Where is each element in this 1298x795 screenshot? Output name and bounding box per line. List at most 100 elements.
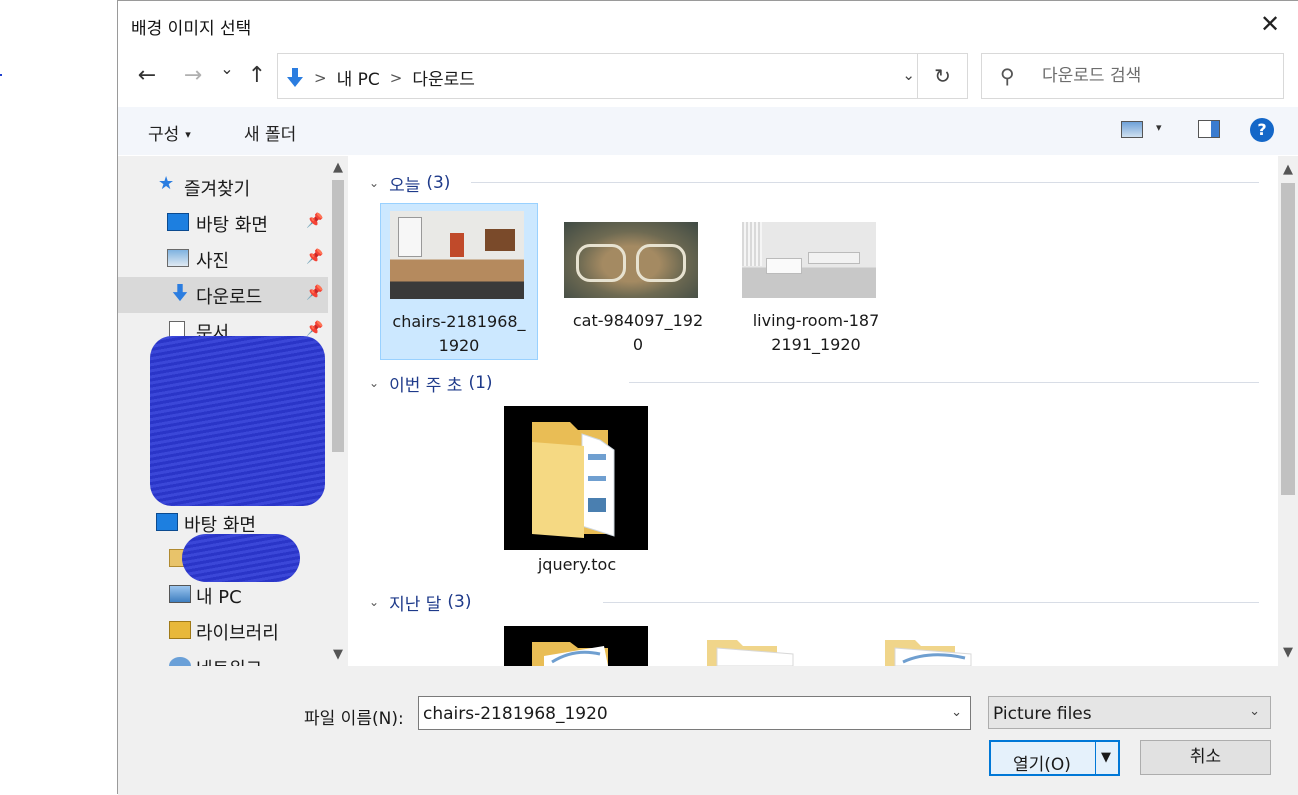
back-arrow-icon[interactable]: ←: [132, 63, 162, 88]
sidebar-item-pictures[interactable]: 사진 📌: [118, 241, 328, 277]
group-count: (1): [468, 373, 493, 393]
pin-icon[interactable]: 📌: [306, 213, 323, 229]
file-list-scrollbar[interactable]: ▲ ▼: [1278, 156, 1298, 666]
sidebar-item-label: 내 PC: [196, 587, 242, 608]
group-count: (3): [426, 173, 451, 193]
redaction-scribble: [150, 336, 325, 506]
sidebar-item-label: 사진: [196, 251, 230, 272]
computer-icon: [169, 585, 191, 603]
image-thumbnail: [742, 222, 876, 298]
split-button-divider: [1095, 742, 1096, 774]
preview-pane-icon[interactable]: [1198, 120, 1220, 138]
scroll-down-arrow-icon[interactable]: ▼: [328, 647, 348, 662]
desktop-icon: [167, 213, 189, 231]
pictures-icon: [167, 249, 189, 267]
image-thumbnail: [390, 211, 524, 299]
network-icon: [169, 657, 191, 666]
group-name: 이번 주 초: [389, 375, 463, 396]
pin-icon[interactable]: 📌: [306, 321, 323, 337]
refresh-icon[interactable]: ↻: [917, 54, 967, 98]
file-list-pane: ⌄ 오늘 (3) chairs-2181968_ 1920 cat-984097…: [349, 156, 1277, 666]
filename-input[interactable]: chairs-2181968_1920 ⌄: [418, 696, 971, 730]
organize-label: 구성: [148, 125, 180, 145]
filename-value[interactable]: chairs-2181968_1920: [423, 704, 608, 724]
file-tile-chairs[interactable]: chairs-2181968_ 1920: [380, 203, 538, 360]
group-name: 오늘: [389, 175, 421, 196]
file-name-line2: 0: [632, 335, 644, 354]
sidebar-item-network[interactable]: 네트워크: [118, 649, 328, 666]
breadcrumb-separator: >: [314, 68, 327, 87]
group-divider: [603, 602, 1259, 603]
breadcrumb-separator: >: [389, 68, 403, 87]
sidebar-item-label: 라이브러리: [196, 623, 279, 644]
group-divider: [471, 182, 1259, 183]
change-view-icon[interactable]: [1121, 121, 1143, 138]
folder-thumbnail-icon[interactable]: [504, 626, 648, 666]
chevron-down-icon: ⌄: [369, 176, 380, 190]
file-name-line1: living-room-187: [752, 311, 880, 330]
search-input[interactable]: [1042, 66, 1272, 86]
redaction-scribble: [182, 534, 300, 582]
group-header-last-month[interactable]: ⌄ 지난 달 (3): [369, 590, 472, 615]
pin-icon[interactable]: 📌: [306, 249, 323, 265]
navigation-pane: ★ 즐겨찾기 바탕 화면 📌 사진 📌 다운로드 📌 문서 📌 바탕 화면 내 …: [118, 156, 348, 666]
folder-icon[interactable]: [885, 640, 981, 666]
cancel-button[interactable]: 취소: [1140, 740, 1271, 775]
navigation-row: ← → ⌄ ↑ > 내 PC > 다운로드 ⌄ ↻ ⚲: [118, 51, 1298, 103]
scroll-down-arrow-icon[interactable]: ▼: [1278, 645, 1298, 660]
help-icon[interactable]: ?: [1250, 118, 1274, 142]
search-icon: ⚲: [1000, 64, 1015, 88]
command-toolbar: 구성 ▾ 새 폴더 ▾ ?: [118, 107, 1298, 155]
open-options-dropdown-icon[interactable]: ▼: [1101, 750, 1111, 765]
sidebar-item-libraries[interactable]: 라이브러리: [118, 613, 328, 649]
file-tile-living-room[interactable]: living-room-187 2191_1920: [737, 203, 895, 360]
group-divider: [629, 382, 1259, 383]
download-arrow-icon: [172, 284, 188, 302]
file-name-line2: 1920: [438, 336, 480, 355]
folder-thumbnail-icon: [504, 406, 648, 550]
group-name: 지난 달: [389, 594, 442, 615]
open-button[interactable]: 열기(O) ▼: [989, 740, 1120, 776]
background-dot: [0, 74, 2, 76]
new-folder-button[interactable]: 새 폴더: [244, 120, 296, 145]
file-tile-jquery-toc[interactable]: jquery.toc: [498, 405, 656, 575]
file-name-line1: chairs-2181968_: [392, 312, 526, 331]
organize-menu-button[interactable]: 구성 ▾: [148, 120, 191, 145]
sidebar-item-label: 바탕 화면: [196, 215, 268, 236]
sidebar-item-this-pc[interactable]: 내 PC: [118, 577, 328, 613]
chevron-down-icon: ⌄: [1249, 704, 1260, 719]
sidebar-item-label: 즐겨찾기: [184, 179, 251, 200]
group-header-today[interactable]: ⌄ 오늘 (3): [369, 171, 451, 196]
search-box[interactable]: ⚲: [981, 53, 1284, 99]
filename-history-dropdown-icon[interactable]: ⌄: [951, 705, 962, 720]
sidebar-scrollbar[interactable]: ▲ ▼: [328, 156, 348, 666]
filetype-select[interactable]: Picture files ⌄: [988, 696, 1271, 729]
close-button[interactable]: ✕: [1252, 9, 1288, 41]
group-header-earlier-this-week[interactable]: ⌄ 이번 주 초 (1): [369, 371, 493, 396]
view-options-chevron-icon[interactable]: ▾: [1156, 121, 1162, 134]
scroll-up-arrow-icon[interactable]: ▲: [1278, 162, 1298, 177]
file-list-scroll-thumb[interactable]: [1281, 183, 1295, 495]
libraries-icon: [169, 621, 191, 639]
sidebar-item-quick-access[interactable]: ★ 즐겨찾기: [118, 169, 328, 205]
breadcrumb-downloads[interactable]: 다운로드: [412, 65, 475, 90]
file-tile-cat[interactable]: cat-984097_192 0: [559, 203, 717, 360]
group-count: (3): [447, 592, 472, 612]
sidebar-item-downloads[interactable]: 다운로드 📌: [118, 277, 328, 313]
dialog-footer: 파일 이름(N): chairs-2181968_1920 ⌄ Picture …: [118, 666, 1298, 795]
sidebar-item-desktop[interactable]: 바탕 화면 📌: [118, 205, 328, 241]
title-bar: 배경 이미지 선택 ✕: [118, 1, 1298, 49]
sidebar-scroll-thumb[interactable]: [332, 180, 344, 452]
recent-locations-chevron-icon[interactable]: ⌄: [212, 59, 242, 78]
breadcrumb-this-pc[interactable]: 내 PC: [337, 65, 380, 90]
up-arrow-icon[interactable]: ↑: [242, 63, 272, 88]
filetype-value: Picture files: [993, 704, 1092, 724]
pin-icon[interactable]: 📌: [306, 285, 323, 301]
forward-arrow-icon[interactable]: →: [178, 63, 208, 88]
scroll-up-arrow-icon[interactable]: ▲: [328, 160, 348, 175]
address-history-dropdown-icon[interactable]: ⌄: [902, 66, 915, 84]
chevron-down-icon: ▾: [185, 128, 191, 141]
file-name-line1: jquery.toc: [537, 555, 617, 574]
folder-icon[interactable]: [707, 640, 803, 666]
address-bar[interactable]: > 내 PC > 다운로드 ⌄ ↻: [277, 53, 968, 99]
